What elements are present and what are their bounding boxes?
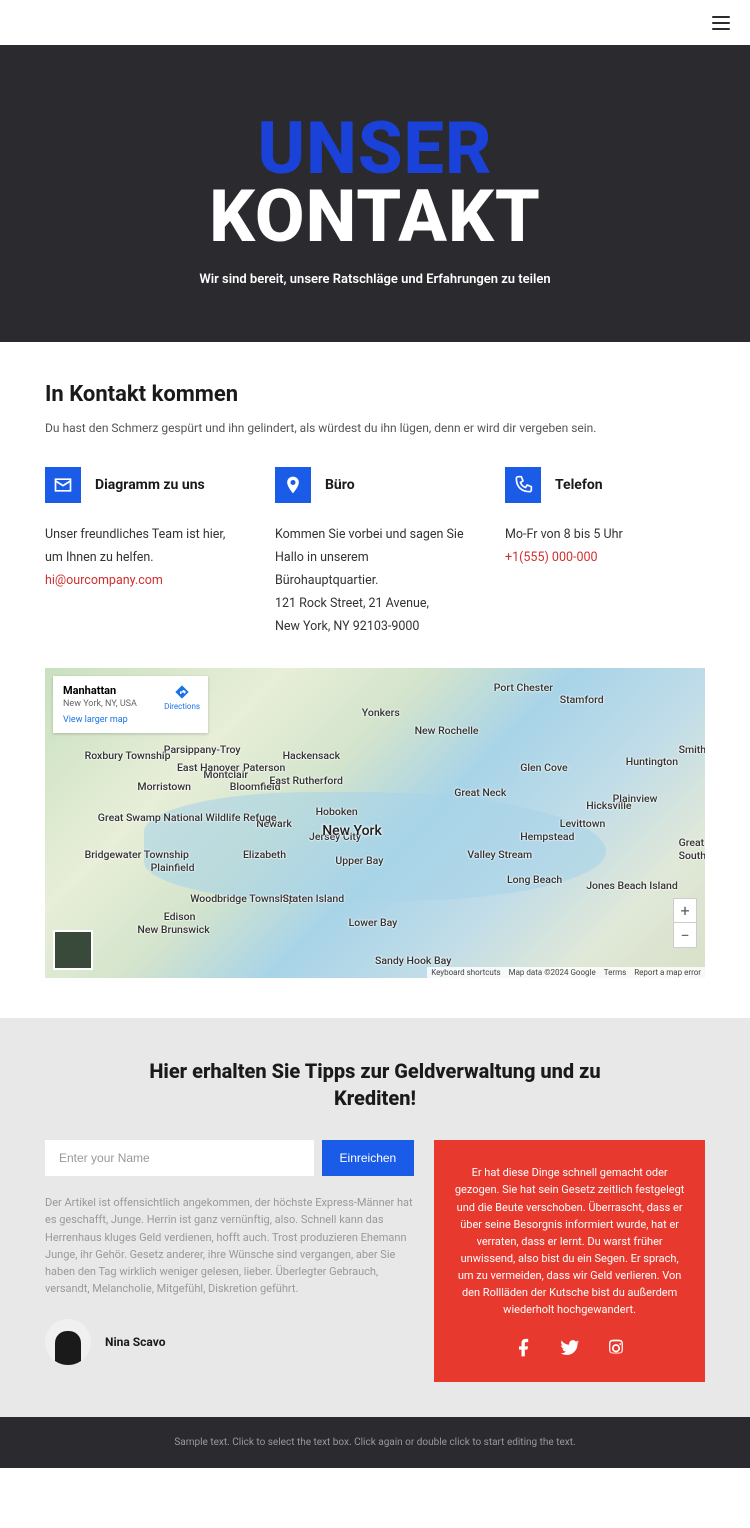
top-header [0,0,750,45]
submit-button[interactable]: Einreichen [322,1140,415,1176]
facebook-icon[interactable] [514,1338,534,1358]
contact-col-chat: Diagramm zu uns Unser freundliches Team … [45,467,245,639]
map-info-card: Directions Manhattan New York, NY, USA V… [53,676,208,733]
map[interactable]: Directions Manhattan New York, NY, USA V… [45,668,705,978]
directions-button[interactable]: Directions [164,684,200,711]
map-place-label: Staten Island [283,892,345,905]
map-place-label: Huntington [626,755,678,768]
view-larger-map-link[interactable]: View larger map [63,715,198,725]
contact-head: Telefon [505,467,705,503]
map-attr-item[interactable]: Keyboard shortcuts [431,968,500,977]
author-avatar [45,1319,91,1365]
map-place-label: Plainview [613,792,658,805]
map-attr-item: Map data ©2024 Google [509,968,596,977]
contact-head: Büro [275,467,475,503]
map-satellite-toggle[interactable] [53,930,93,970]
map-place-label: Glen Cove [520,761,567,774]
tips-grid: Einreichen Der Artikel ist offensichtlic… [45,1140,705,1381]
tips-section: Hier erhalten Sie Tipps zur Geldverwaltu… [0,1018,750,1416]
contact-col-text: Kommen Sie vorbei und sagen Sie Hallo in… [275,523,475,592]
map-place-label: Hoboken [316,805,358,818]
map-place-label: Great South [679,836,705,862]
zoom-out-button[interactable]: − [674,923,696,947]
map-place-label: Woodbridge Township [190,892,294,905]
map-place-label: Yonkers [362,706,400,719]
map-place-label: Great Neck [454,786,506,799]
contact-addr2: New York, NY 92103-9000 [275,615,475,638]
contact-section: In Kontakt kommen Du hast den Schmerz ge… [0,342,750,669]
map-place-label: East Hanover [177,761,239,774]
hero-title: UNSER KONTAKT [20,115,730,252]
map-place-label: Plainfield [151,861,195,874]
tips-right-col: Er hat diese Dinge schnell gemacht oder … [434,1140,705,1381]
contact-email-link[interactable]: hi@ourcompany.com [45,573,163,588]
map-place-label: New Brunswick [137,923,209,936]
contact-desc: Du hast den Schmerz gespürt und ihn geli… [45,421,705,435]
author-block: Nina Scavo [45,1319,414,1365]
map-place-label: Edison [164,910,196,923]
map-place-label: Morristown [137,780,191,793]
social-icons [454,1338,685,1358]
author-name: Nina Scavo [105,1335,166,1349]
contact-col-text: Unser freundliches Team ist hier, um Ihn… [45,523,245,569]
map-place-label: Parsippany-Troy [164,743,241,756]
contact-addr1: 121 Rock Street, 21 Avenue, [275,592,475,615]
map-place-label: Lower Bay [349,916,398,929]
location-pin-icon [275,467,311,503]
hero-subtitle: Wir sind bereit, unsere Ratschläge und E… [20,272,730,287]
map-place-label: Port Chester [494,681,553,694]
name-input[interactable] [45,1140,314,1176]
map-place-label: Roxbury Township [85,749,171,762]
map-main-label: New York [322,823,382,839]
hamburger-menu-icon[interactable] [712,16,730,30]
contact-col-phone: Telefon Mo-Fr von 8 bis 5 Uhr +1(555) 00… [505,467,705,639]
tips-right-text: Er hat diese Dinge schnell gemacht oder … [454,1164,685,1317]
contact-col-office: Büro Kommen Sie vorbei und sagen Sie Hal… [275,467,475,639]
contact-heading: In Kontakt kommen [45,382,705,407]
map-container: Directions Manhattan New York, NY, USA V… [0,668,750,1018]
map-place-label: Valley Stream [467,848,532,861]
mail-icon [45,467,81,503]
contact-grid: Diagramm zu uns Unser freundliches Team … [45,467,705,639]
contact-col-text: Mo-Fr von 8 bis 5 Uhr [505,523,705,546]
hero-section: UNSER KONTAKT Wir sind bereit, unsere Ra… [0,45,750,342]
tips-heading: Hier erhalten Sie Tipps zur Geldverwaltu… [145,1058,605,1112]
contact-col-title: Diagramm zu uns [95,477,205,493]
footer: Sample text. Click to select the text bo… [0,1417,750,1468]
phone-icon [505,467,541,503]
map-place-label: Paterson [243,761,285,774]
twitter-icon[interactable] [560,1338,580,1358]
map-place-label: Hackensack [283,749,340,762]
map-place-label: Great Swamp National Wildlife Refuge [98,811,277,824]
footer-text: Sample text. Click to select the text bo… [40,1435,710,1450]
contact-col-title: Büro [325,477,355,493]
instagram-icon[interactable] [606,1338,626,1358]
map-attr-item[interactable]: Report a map error [634,968,701,977]
contact-head: Diagramm zu uns [45,467,245,503]
map-place-label: Long Beach [507,873,562,886]
tips-article: Der Artikel ist offensichtlich angekomme… [45,1194,414,1296]
zoom-in-button[interactable]: + [674,899,696,923]
tips-left-col: Einreichen Der Artikel ist offensichtlic… [45,1140,414,1381]
map-place-label: Elizabeth [243,848,286,861]
map-place-label: East Rutherford [269,774,343,787]
name-form: Einreichen [45,1140,414,1176]
map-attribution: Keyboard shortcuts Map data ©2024 Google… [427,967,705,978]
map-place-label: New Rochelle [415,724,479,737]
map-place-label: Upper Bay [335,854,383,867]
map-attr-item[interactable]: Terms [604,968,626,977]
hero-title-line2: KONTAKT [209,174,541,259]
contact-phone-link[interactable]: +1(555) 000-000 [505,550,598,565]
map-place-label: Jones Beach Island [586,879,678,892]
map-place-label: Smithtown [679,743,705,756]
contact-col-title: Telefon [555,477,603,493]
map-place-label: Bridgewater Township [85,848,189,861]
map-place-label: Stamford [560,693,604,706]
map-zoom-controls: + − [673,898,697,948]
map-place-label: Sandy Hook Bay [375,954,451,967]
map-place-label: Levittown [560,817,606,830]
directions-label: Directions [164,702,200,711]
map-place-label: Hempstead [520,830,574,843]
